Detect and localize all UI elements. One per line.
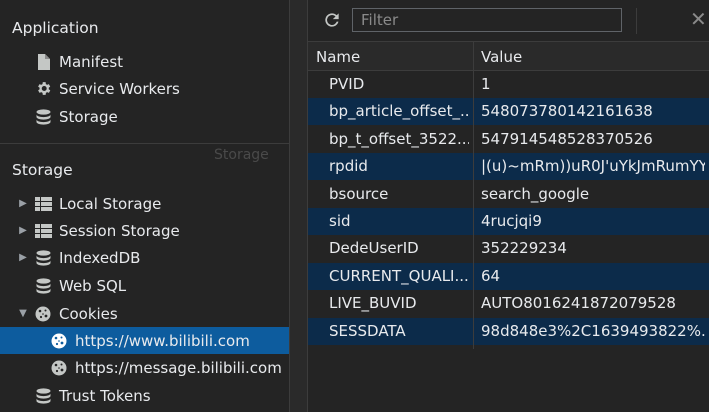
- database-icon: [32, 277, 54, 294]
- cookie-name: bp_t_offset_3522...: [329, 130, 469, 148]
- table-row[interactable]: sid 4rucjqi9: [308, 208, 709, 235]
- cookie-value: 548073780142161638: [481, 102, 653, 120]
- table-row[interactable]: DedeUserID 352229234: [308, 235, 709, 262]
- cookie-icon: [48, 360, 70, 376]
- application-section-title: Application: [12, 19, 99, 37]
- gear-icon: [32, 80, 54, 97]
- cookie-name: SESSDATA: [329, 322, 406, 340]
- cookies-table: Name Value PVID 1 bp_article_offset_... …: [308, 42, 709, 412]
- sidebar-item-label: IndexedDB: [59, 248, 141, 267]
- cookie-name: sid: [329, 212, 351, 230]
- sidebar-item-cookie-www-bilibili[interactable]: https://www.bilibili.com: [0, 327, 289, 354]
- sidebar-item-label: Session Storage: [59, 221, 180, 240]
- sidebar-item-label: Storage: [59, 107, 118, 126]
- table-row[interactable]: CURRENT_QUALI... 64: [308, 263, 709, 290]
- database-icon: [32, 249, 54, 266]
- refresh-icon: [325, 13, 339, 27]
- cookie-value: 352229234: [481, 239, 567, 257]
- table-row[interactable]: LIVE_BUVID AUTO8016241872079528: [308, 290, 709, 317]
- storage-section-title: Storage: [12, 161, 73, 179]
- sidebar-item-label: https://message.bilibili.com: [75, 358, 282, 377]
- splitter-line: [289, 0, 290, 412]
- sidebar-item-session-storage[interactable]: ▶ Session Storage: [0, 217, 289, 244]
- database-icon: [32, 387, 54, 404]
- clear-all-button[interactable]: ✕: [690, 9, 707, 29]
- refresh-button[interactable]: [322, 10, 342, 30]
- expand-arrow-icon[interactable]: ▶: [17, 252, 29, 263]
- filter-input[interactable]: [352, 8, 622, 32]
- cookie-name: bsource: [329, 185, 389, 203]
- cookie-value: 4rucjqi9: [481, 212, 542, 230]
- cookie-icon: [48, 333, 70, 349]
- close-icon: ✕: [690, 7, 707, 31]
- table-row[interactable]: PVID 1: [308, 71, 709, 98]
- column-header-name[interactable]: Name: [316, 48, 360, 66]
- column-header-value[interactable]: Value: [481, 48, 522, 66]
- grid-icon: [32, 196, 54, 211]
- sidebar-item-indexeddb[interactable]: ▶ IndexedDB: [0, 244, 289, 271]
- table-row[interactable]: SESSDATA 98d848e3%2C1639493822%...: [308, 318, 709, 345]
- sidebar-item-label: https://www.bilibili.com: [75, 331, 250, 350]
- database-icon: [32, 108, 54, 125]
- table-row[interactable]: bp_article_offset_... 548073780142161638: [308, 98, 709, 125]
- cookie-value: AUTO8016241872079528: [481, 294, 676, 312]
- expand-arrow-icon[interactable]: ▶: [17, 225, 29, 236]
- toolbar-separator: [636, 8, 637, 34]
- sidebar-item-cookie-message-bilibili[interactable]: https://message.bilibili.com: [0, 354, 289, 381]
- sidebar-item-label: Service Workers: [59, 79, 180, 98]
- sidebar-item-label: Trust Tokens: [59, 386, 151, 405]
- sidebar-item-cookies[interactable]: ▼ Cookies: [0, 300, 289, 327]
- cookie-name: DedeUserID: [329, 239, 419, 257]
- cookie-value: |(u)~mRm))uR0J'uYkJmRumYY: [481, 157, 705, 175]
- sidebar-item-manifest[interactable]: Manifest: [0, 48, 289, 75]
- sidebar-item-label: Manifest: [59, 52, 124, 71]
- panel-splitter[interactable]: [289, 0, 308, 412]
- sidebar-item-local-storage[interactable]: ▶ Local Storage: [0, 190, 289, 217]
- table-row[interactable]: bsource search_google: [308, 181, 709, 208]
- file-icon: [32, 53, 54, 70]
- table-row[interactable]: bp_t_offset_3522... 547914548528370526: [308, 126, 709, 153]
- cookie-value: 98d848e3%2C1639493822%...: [481, 322, 705, 340]
- collapse-arrow-icon[interactable]: ▼: [17, 308, 29, 319]
- cookie-name: rpdid: [329, 157, 368, 175]
- table-row[interactable]: rpdid |(u)~mRm))uR0J'uYkJmRumYY: [308, 153, 709, 180]
- section-divider: [0, 143, 289, 144]
- expand-arrow-icon[interactable]: ▶: [17, 198, 29, 209]
- cookie-name: LIVE_BUVID: [329, 294, 417, 312]
- cookie-name: CURRENT_QUALI...: [329, 267, 469, 285]
- sidebar-item-service-workers[interactable]: Service Workers: [0, 75, 289, 102]
- sidebar-item-trust-tokens[interactable]: Trust Tokens: [0, 382, 289, 409]
- cookie-value: 547914548528370526: [481, 130, 653, 148]
- table-header: Name Value: [308, 42, 709, 71]
- column-divider[interactable]: [473, 42, 474, 349]
- cookie-value: 1: [481, 75, 491, 93]
- cookie-name: bp_article_offset_...: [329, 102, 469, 120]
- cookies-toolbar: ✕: [308, 0, 709, 42]
- sidebar-item-label: Web SQL: [59, 276, 127, 295]
- sidebar-item-storage[interactable]: Storage: [0, 103, 289, 130]
- sidebar-item-web-sql[interactable]: Web SQL: [0, 272, 289, 299]
- grid-icon: [32, 223, 54, 238]
- sidebar-item-label: Cookies: [59, 304, 118, 323]
- sidebar-item-label: Local Storage: [59, 194, 162, 213]
- cookie-value: search_google: [481, 185, 590, 203]
- sidebar: Application Manifest Service Workers Sto…: [0, 0, 289, 412]
- cookie-icon: [32, 306, 54, 322]
- storage-ghost-label: Storage: [214, 147, 269, 163]
- cookie-name: PVID: [329, 75, 365, 93]
- cookie-value: 64: [481, 267, 501, 285]
